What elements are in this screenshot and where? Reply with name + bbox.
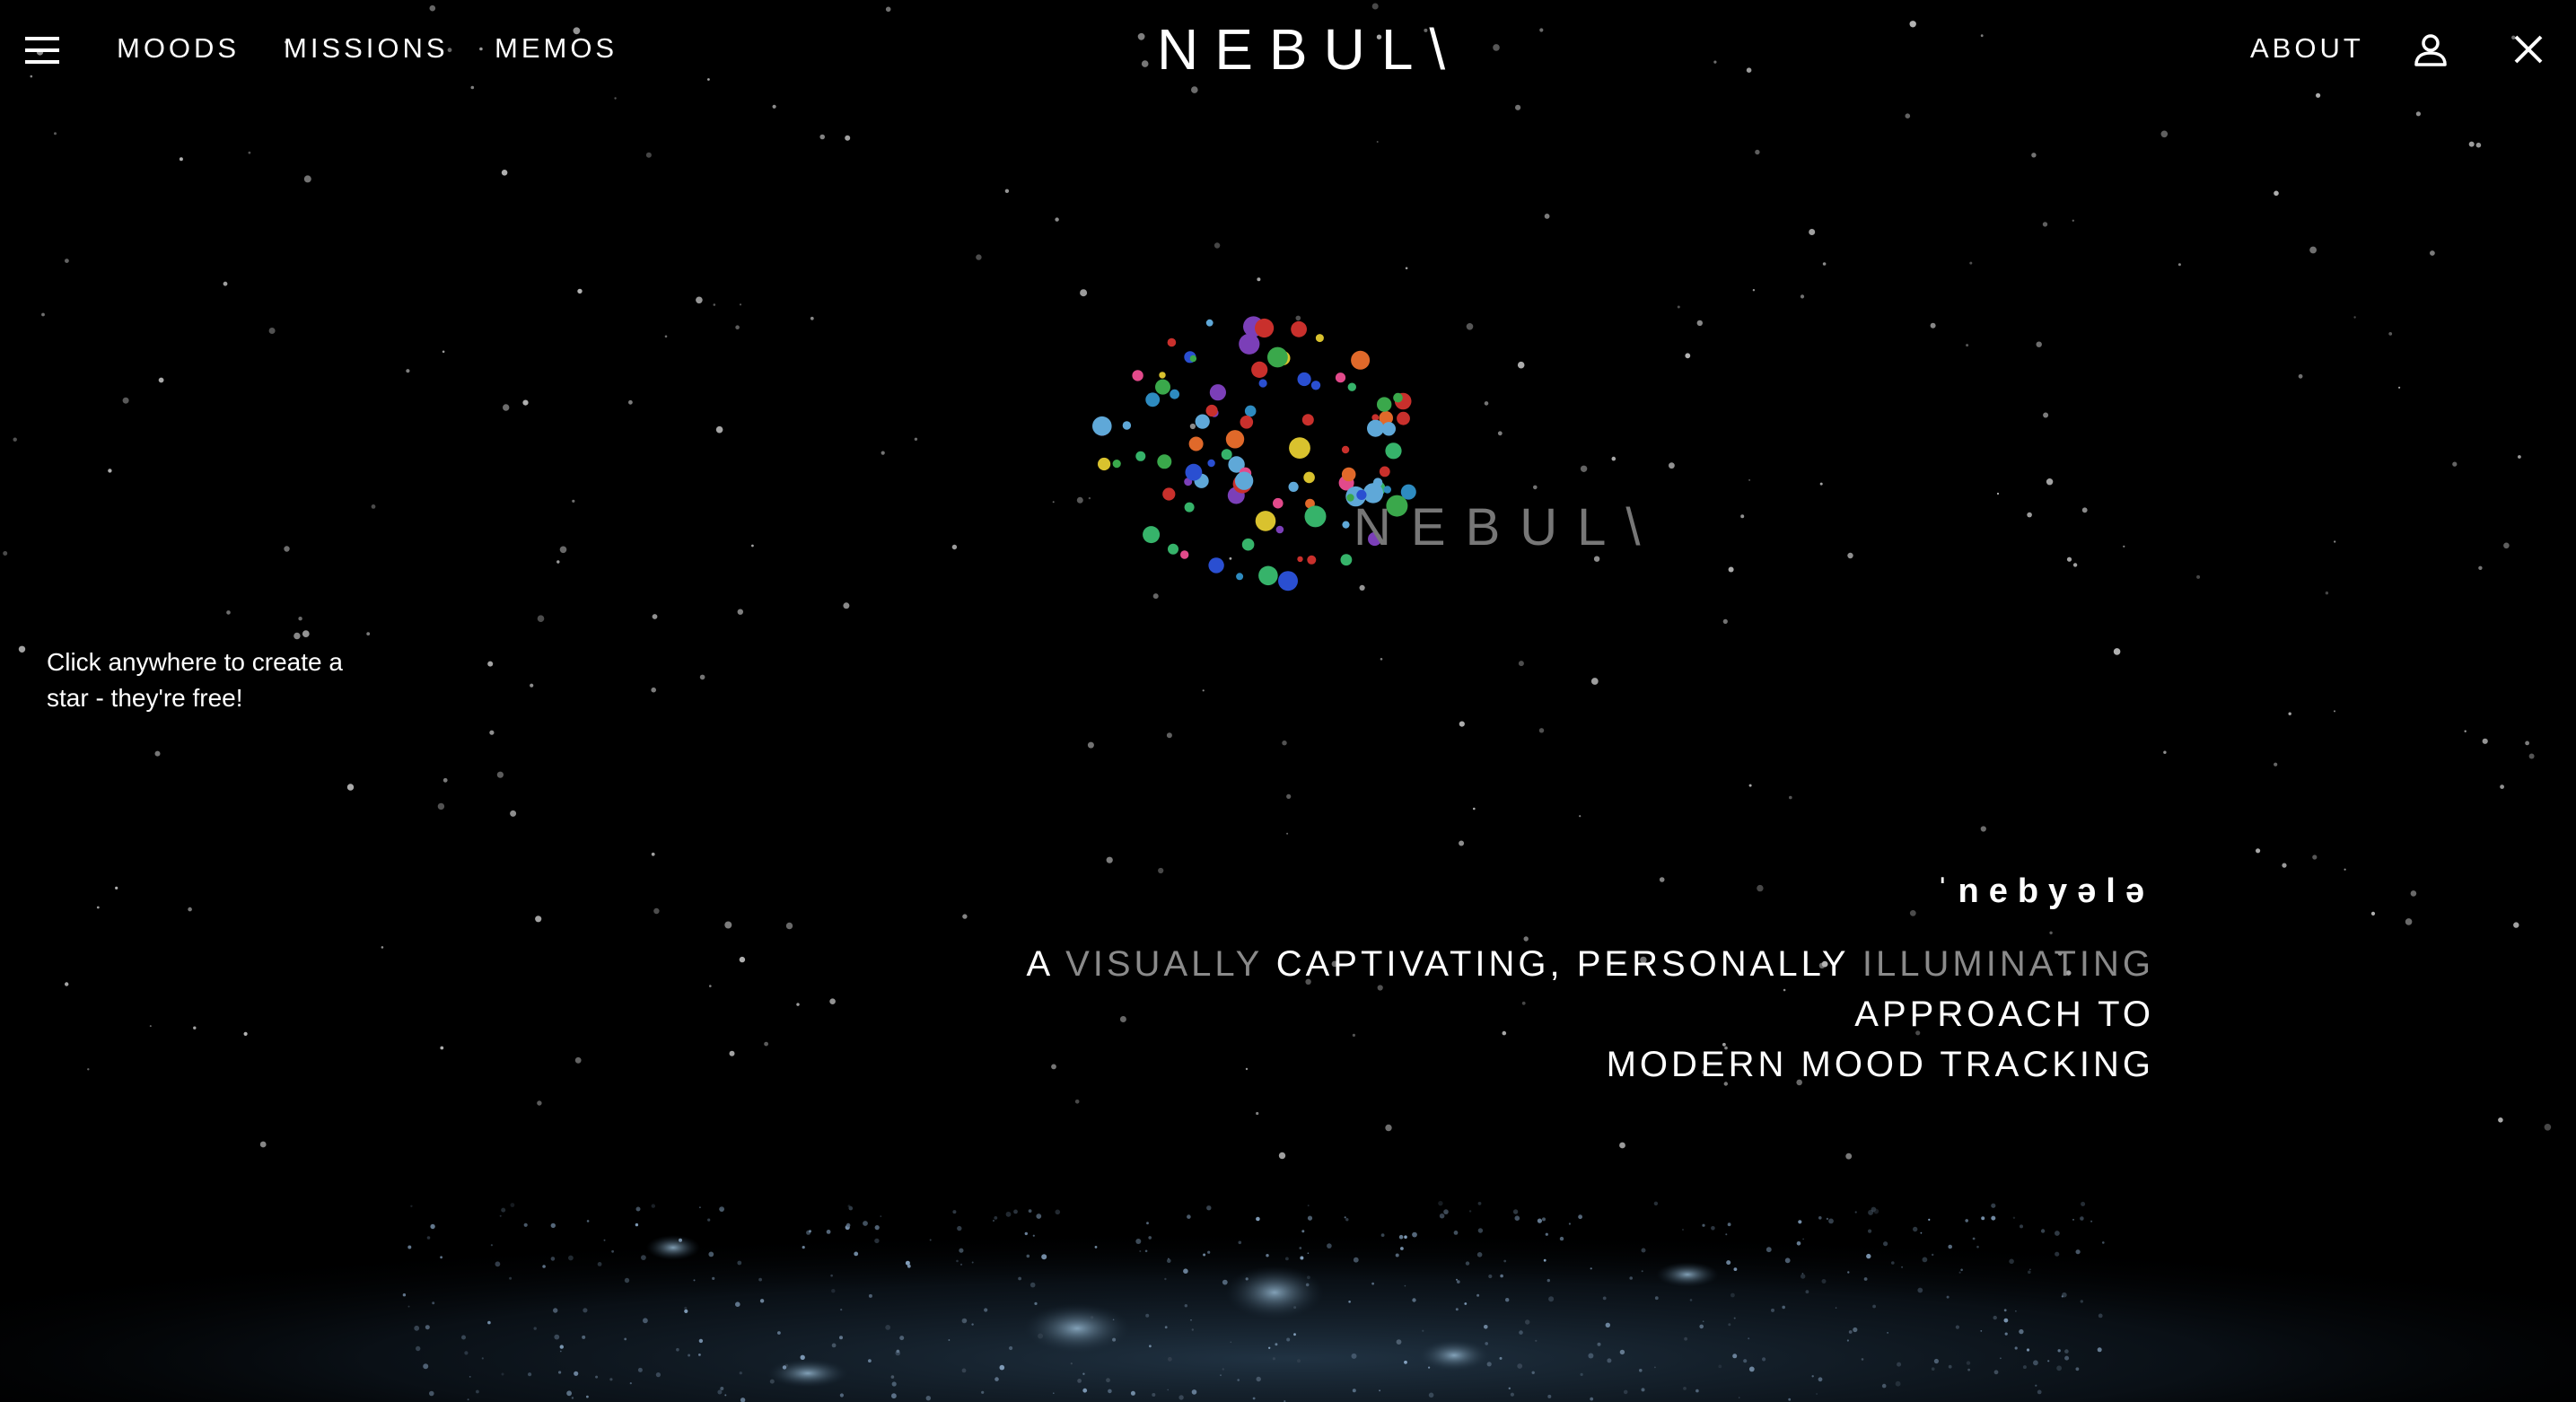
nav-link-memos[interactable]: MEMOS — [495, 32, 618, 65]
close-icon[interactable] — [2513, 34, 2544, 65]
tagline: A VISUALLY CAPTIVATING, PERSONALLY ILLUM… — [808, 939, 2154, 1090]
nav-link-about[interactable]: ABOUT — [2250, 32, 2364, 65]
top-nav: MOODS MISSIONS MEMOS NEBUL\ ABOUT — [0, 0, 2576, 101]
phonetic-pronunciation: ˈnebyələ — [1936, 872, 2154, 910]
galaxy-image — [0, 1185, 2576, 1402]
tagline-part: A — [1026, 944, 1066, 984]
tagline-highlight-visually: VISUALLY — [1065, 944, 1263, 984]
create-star-hint: Click anywhere to create a star - they'r… — [47, 648, 343, 712]
tagline-part: CAPTIVATING, PERSONALLY — [1262, 944, 1862, 984]
hamburger-menu-icon[interactable] — [25, 37, 59, 64]
tagline-highlight-illuminating: ILLUMINATING — [1862, 944, 2154, 984]
tagline-line2: MODERN MOOD TRACKING — [1606, 1045, 2154, 1084]
brand-logo-text[interactable]: NEBUL\ — [1157, 18, 1445, 81]
nav-link-moods[interactable]: MOODS — [117, 32, 240, 65]
logo-wordmark: NEBUL\ — [1354, 498, 1660, 556]
user-icon[interactable] — [2413, 32, 2449, 68]
tagline-part: APPROACH TO — [1854, 995, 2154, 1034]
page[interactable]: MOODS MISSIONS MEMOS NEBUL\ ABOUT NEBUL\… — [0, 0, 2576, 1402]
nav-link-missions[interactable]: MISSIONS — [284, 32, 449, 65]
